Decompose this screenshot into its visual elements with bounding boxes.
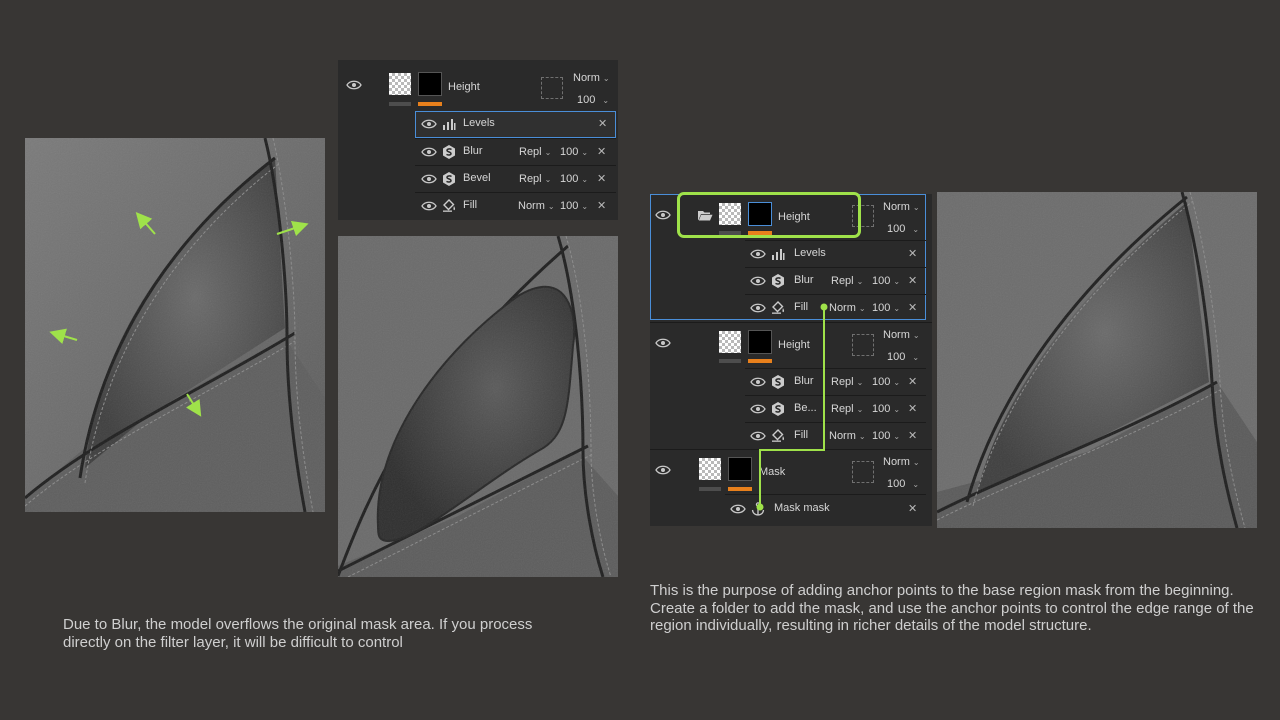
blend-mode-select[interactable]: Norm ⌄ — [573, 72, 610, 84]
layer-name: Height — [448, 81, 480, 93]
opacity-select[interactable]: 100 ⌄ — [560, 173, 588, 185]
eye-icon[interactable] — [421, 174, 437, 184]
caption-left: Due to Blur, the model overflows the ori… — [63, 616, 533, 651]
mask-thumbnail-bar — [418, 102, 442, 106]
close-icon[interactable]: ✕ — [597, 145, 606, 158]
leather-render-blur-overflow — [338, 236, 618, 577]
anchor-link-line — [756, 303, 828, 511]
leather-render-original — [25, 138, 325, 512]
blend-mode-select[interactable]: Repl ⌄ — [519, 146, 551, 158]
eye-icon[interactable] — [346, 80, 362, 90]
close-icon[interactable]: ✕ — [597, 199, 606, 212]
layer-panel-top: Height Norm ⌄ 100 ⌄ Levels ✕ Blur Repl ⌄ 10… — [338, 60, 618, 220]
filter-row-levels[interactable]: Levels ✕ — [415, 111, 616, 138]
filter-name: Blur — [463, 145, 483, 157]
blend-mode-select[interactable]: Norm ⌄ — [518, 200, 555, 212]
levels-icon — [443, 119, 456, 130]
caption-right: This is the purpose of adding anchor poi… — [650, 582, 1254, 634]
opacity-select[interactable]: 100 ⌄ — [560, 146, 588, 158]
filter-name: Levels — [463, 117, 495, 129]
layer-thumbnail-bar — [389, 102, 411, 106]
eye-icon[interactable] — [421, 119, 437, 129]
opacity-select[interactable]: 100 ⌄ — [577, 94, 609, 106]
layer-thumbnail — [389, 73, 411, 95]
substance-icon — [443, 145, 455, 159]
close-icon[interactable]: ✕ — [598, 117, 607, 130]
close-icon[interactable]: ✕ — [597, 172, 606, 185]
leather-render-final — [937, 192, 1257, 528]
filter-row-fill[interactable]: Fill Norm ⌄ 100 ⌄ ✕ — [415, 192, 616, 219]
layer-row-height[interactable]: Height Norm ⌄ 100 ⌄ — [338, 60, 618, 110]
filter-row-blur[interactable]: Blur Repl ⌄ 100 ⌄ ✕ — [415, 138, 616, 165]
eye-icon[interactable] — [421, 147, 437, 157]
filter-name: Fill — [463, 199, 478, 211]
substance-icon — [443, 172, 455, 186]
material-thumbnail — [541, 77, 563, 99]
blend-mode-select[interactable]: Repl ⌄ — [519, 173, 551, 185]
filter-name: Bevel — [463, 172, 491, 184]
mask-thumbnail — [418, 72, 442, 96]
eye-icon[interactable] — [421, 201, 437, 211]
fill-bucket-icon — [443, 199, 456, 212]
opacity-select[interactable]: 100 ⌄ — [560, 200, 588, 212]
filter-row-bevel[interactable]: Bevel Repl ⌄ 100 ⌄ ✕ — [415, 165, 616, 192]
